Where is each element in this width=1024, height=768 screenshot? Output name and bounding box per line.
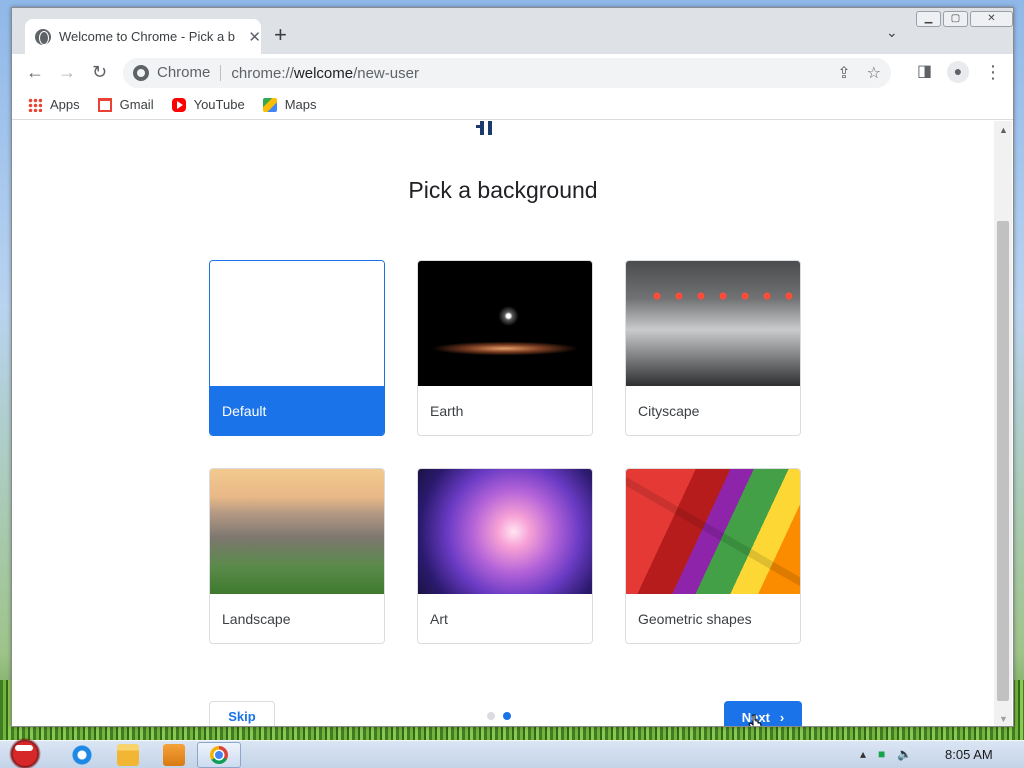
close-window-button[interactable]: ✕	[970, 11, 1013, 27]
start-button[interactable]	[4, 735, 46, 768]
step-indicator	[487, 712, 511, 720]
thumbnail-default	[210, 261, 384, 386]
skip-button[interactable]: Skip	[209, 701, 275, 726]
chrome-window: Welcome to Chrome - Pick a b ✕ + ⌄ ▁ ▢ ✕…	[11, 7, 1014, 727]
taskbar-chrome-button[interactable]	[197, 742, 241, 768]
minimize-button[interactable]: ▁	[916, 11, 941, 27]
media-player-icon[interactable]	[163, 744, 185, 766]
background-card-art[interactable]: Art	[417, 468, 593, 644]
tab-search-chevron-icon[interactable]: ⌄	[886, 24, 898, 41]
bookmark-label: Gmail	[119, 97, 154, 112]
background-card-earth[interactable]: Earth	[417, 260, 593, 436]
bookmark-apps[interactable]: Apps	[28, 97, 80, 112]
scroll-down-arrow-icon[interactable]: ▼	[999, 714, 1008, 724]
thumbnail-earth	[418, 261, 592, 386]
forward-arrow-icon[interactable]: →	[58, 62, 76, 82]
background-card-default[interactable]: Default	[209, 260, 385, 436]
background-card-landscape[interactable]: Landscape	[209, 468, 385, 644]
card-label: Earth	[430, 403, 464, 419]
gmail-icon	[97, 97, 112, 112]
welcome-page: Pick a background Default Earth Cityscap…	[12, 121, 994, 726]
maximize-button[interactable]: ▢	[943, 11, 968, 27]
tab-strip: Welcome to Chrome - Pick a b ✕ + ⌄ ▁ ▢ ✕	[12, 8, 1013, 54]
toolbar: ← → ↻ Chrome chrome://welcome/new-user ⇪…	[12, 54, 1013, 90]
page-scrollbar[interactable]: ▲ ▼	[994, 121, 1012, 726]
url-host: welcome	[293, 64, 354, 82]
menu-kebab-icon[interactable]: ⋮	[984, 62, 1002, 82]
url-text: chrome://welcome/new-user	[231, 65, 419, 82]
window-controls: ▁ ▢ ✕	[916, 11, 1013, 27]
thumbnail-art	[418, 469, 592, 594]
bookmark-gmail[interactable]: Gmail	[97, 97, 154, 112]
page-title: Pick a background	[408, 177, 598, 203]
thumbnail-geometric-shapes	[626, 469, 800, 594]
url-path: /new-user	[353, 64, 419, 82]
close-tab-icon[interactable]: ✕	[248, 28, 261, 46]
profile-avatar-icon[interactable]: ●	[947, 61, 969, 83]
scrollbar-thumb[interactable]	[997, 221, 1009, 701]
next-button[interactable]: Next ›	[724, 701, 802, 726]
background-card-geometric-shapes[interactable]: Geometric shapes	[625, 468, 801, 644]
omnibox-chip: Chrome	[157, 65, 222, 81]
reload-icon[interactable]: ↻	[92, 62, 107, 82]
globe-icon	[35, 28, 51, 45]
maps-icon	[262, 97, 277, 112]
chrome-logo-icon	[210, 746, 228, 764]
taskbar: ▴ ■ 🔈 8:05 AM	[0, 735, 1024, 768]
bookmark-label: Maps	[284, 97, 317, 112]
thumbnail-cityscape	[626, 261, 800, 386]
bookmark-label: Apps	[50, 97, 80, 112]
card-label: Art	[430, 611, 448, 627]
step-dot-1	[487, 712, 495, 720]
network-icon[interactable]: ■	[878, 747, 885, 761]
youtube-icon	[171, 97, 186, 112]
step-dot-2-active	[503, 712, 511, 720]
clock[interactable]: 8:05 AM	[945, 747, 993, 762]
chevron-right-icon: ›	[779, 709, 785, 725]
system-tray: ▴ ■ 🔈	[860, 747, 912, 761]
card-label: Cityscape	[638, 403, 700, 419]
tray-expand-icon[interactable]: ▴	[860, 747, 866, 761]
back-arrow-icon[interactable]: ←	[26, 62, 44, 82]
logo-fragment	[472, 121, 496, 135]
folder-icon[interactable]	[117, 744, 139, 766]
omnibox-actions: ⇪ ☆	[837, 63, 881, 83]
share-icon[interactable]: ⇪	[837, 63, 850, 83]
chrome-icon	[133, 65, 149, 81]
bookmark-star-icon[interactable]: ☆	[867, 63, 881, 83]
bookmark-youtube[interactable]: YouTube	[171, 97, 245, 112]
bookmarks-bar: Apps Gmail YouTube Maps	[12, 90, 1013, 120]
card-label: Landscape	[222, 611, 291, 627]
card-label: Geometric shapes	[638, 611, 752, 627]
address-bar[interactable]: Chrome chrome://welcome/new-user ⇪ ☆	[123, 58, 891, 88]
internet-explorer-icon[interactable]	[71, 744, 93, 766]
tab-title: Welcome to Chrome - Pick a b	[59, 29, 236, 44]
volume-icon[interactable]: 🔈	[897, 747, 912, 761]
tab-welcome[interactable]: Welcome to Chrome - Pick a b ✕	[25, 19, 261, 54]
card-label: Default	[210, 386, 384, 435]
background-card-cityscape[interactable]: Cityscape	[625, 260, 801, 436]
scroll-up-arrow-icon[interactable]: ▲	[999, 125, 1008, 135]
new-tab-button[interactable]: +	[274, 24, 287, 46]
bookmark-label: YouTube	[193, 97, 245, 112]
hand-cursor-icon	[748, 714, 762, 726]
bookmark-maps[interactable]: Maps	[262, 97, 317, 112]
url-scheme: chrome://	[231, 64, 294, 82]
side-panel-icon[interactable]: ◨	[917, 62, 932, 82]
apps-grid-icon	[28, 97, 42, 112]
thumbnail-landscape	[210, 469, 384, 594]
